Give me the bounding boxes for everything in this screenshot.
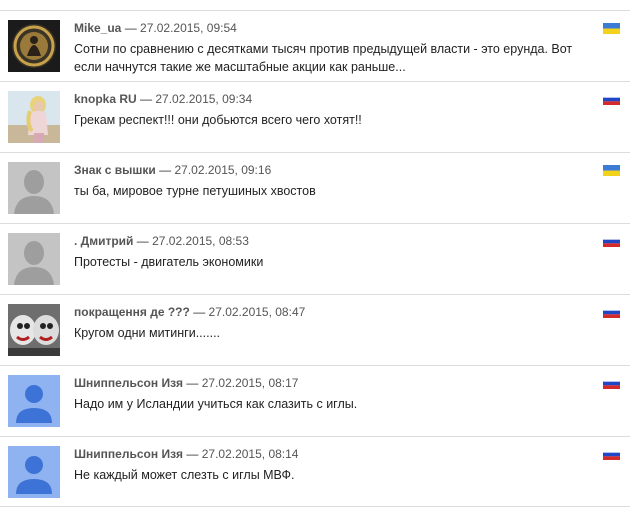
comment-header: Шниппельсон Изя — 27.02.2015, 08:14 [74,447,298,461]
author-name[interactable]: Знак с вышки [74,163,156,177]
comment-item: Знак с вышки — 27.02.2015, 09:16 ты ба, … [0,152,630,223]
blonde-woman-photo-avatar-icon [8,91,60,143]
comment-text: Надо им у Исландии учиться как слазить с… [74,397,358,411]
comment-date: 27.02.2015, 09:16 [174,163,272,177]
ukraine-flag-icon [603,23,620,34]
comment-header: Mike_ua — 27.02.2015, 09:54 [74,21,237,35]
comment-date: 27.02.2015, 08:47 [208,305,306,319]
russia-flag-icon [603,94,620,105]
comment-text: Кругом одни митинги....... [74,326,221,340]
russia-flag-icon [603,236,620,247]
ukraine-flag-icon [603,165,620,176]
comment-date: 27.02.2015, 09:34 [155,92,253,106]
comment-item: Mike_ua — 27.02.2015, 09:54 Сотни по сра… [0,10,630,81]
separator: — [193,305,206,319]
comment-item: Шниппельсон Изя — 27.02.2015, 08:17 Надо… [0,365,630,436]
comment-text: Не каждый может слезть с иглы МВФ. [74,468,295,482]
avatar[interactable] [8,304,60,356]
avatar[interactable] [8,20,60,72]
comment-list: Mike_ua — 27.02.2015, 09:54 Сотни по сра… [0,10,630,507]
russia-flag-icon [603,378,620,389]
separator: — [124,21,137,35]
avatar[interactable] [8,233,60,285]
comment-text: Грекам респект!!! они добьются всего чег… [74,113,362,127]
comment-date: 27.02.2015, 08:14 [201,447,299,461]
comment-header: knopka RU — 27.02.2015, 09:34 [74,92,252,106]
comment-date: 27.02.2015, 08:17 [201,376,299,390]
separator: — [140,92,153,106]
photo-avatar-icon [8,304,60,356]
comment-header: . Дмитрий — 27.02.2015, 08:53 [74,234,249,248]
comment-item: knopka RU — 27.02.2015, 09:34 Грекам рес… [0,81,630,152]
comment-text: Сотни по сравнению с десятками тысяч про… [74,42,573,74]
default-blue-person-avatar-icon [8,446,60,498]
comment-date: 27.02.2015, 09:54 [140,21,237,35]
comment-text: Протесты - двигатель экономики [74,255,264,269]
avatar[interactable] [8,162,60,214]
author-name[interactable]: . Дмитрий [74,234,133,248]
default-blue-person-avatar-icon [8,375,60,427]
comment-header: Шниппельсон Изя — 27.02.2015, 08:17 [74,376,298,390]
comment-date: 27.02.2015, 08:53 [152,234,249,248]
russia-flag-icon [603,449,620,460]
comment-item: Шниппельсон Изя — 27.02.2015, 08:14 Не к… [0,436,630,507]
separator: — [186,376,199,390]
comment-header: покращення де ??? — 27.02.2015, 08:47 [74,305,305,319]
author-name[interactable]: Шниппельсон Изя [74,447,183,461]
author-name[interactable]: knopka RU [74,92,137,106]
separator: — [159,163,172,177]
comment-item: . Дмитрий — 27.02.2015, 08:53 Протесты -… [0,223,630,294]
comment-header: Знак с вышки — 27.02.2015, 09:16 [74,163,271,177]
separator: — [136,234,149,248]
dark-emblem-avatar-icon [8,20,60,72]
author-name[interactable]: Mike_ua [74,21,121,35]
russia-flag-icon [603,307,620,318]
comment-text: ты ба, мировое турне петушиных хвостов [74,184,316,198]
default-gray-person-avatar-icon [8,233,60,285]
author-name[interactable]: покращення де ??? [74,305,190,319]
author-name[interactable]: Шниппельсон Изя [74,376,183,390]
separator: — [186,447,199,461]
default-gray-person-avatar-icon [8,162,60,214]
avatar[interactable] [8,375,60,427]
avatar[interactable] [8,91,60,143]
comment-item: покращення де ??? — 27.02.2015, 08:47 Кр… [0,294,630,365]
avatar[interactable] [8,446,60,498]
